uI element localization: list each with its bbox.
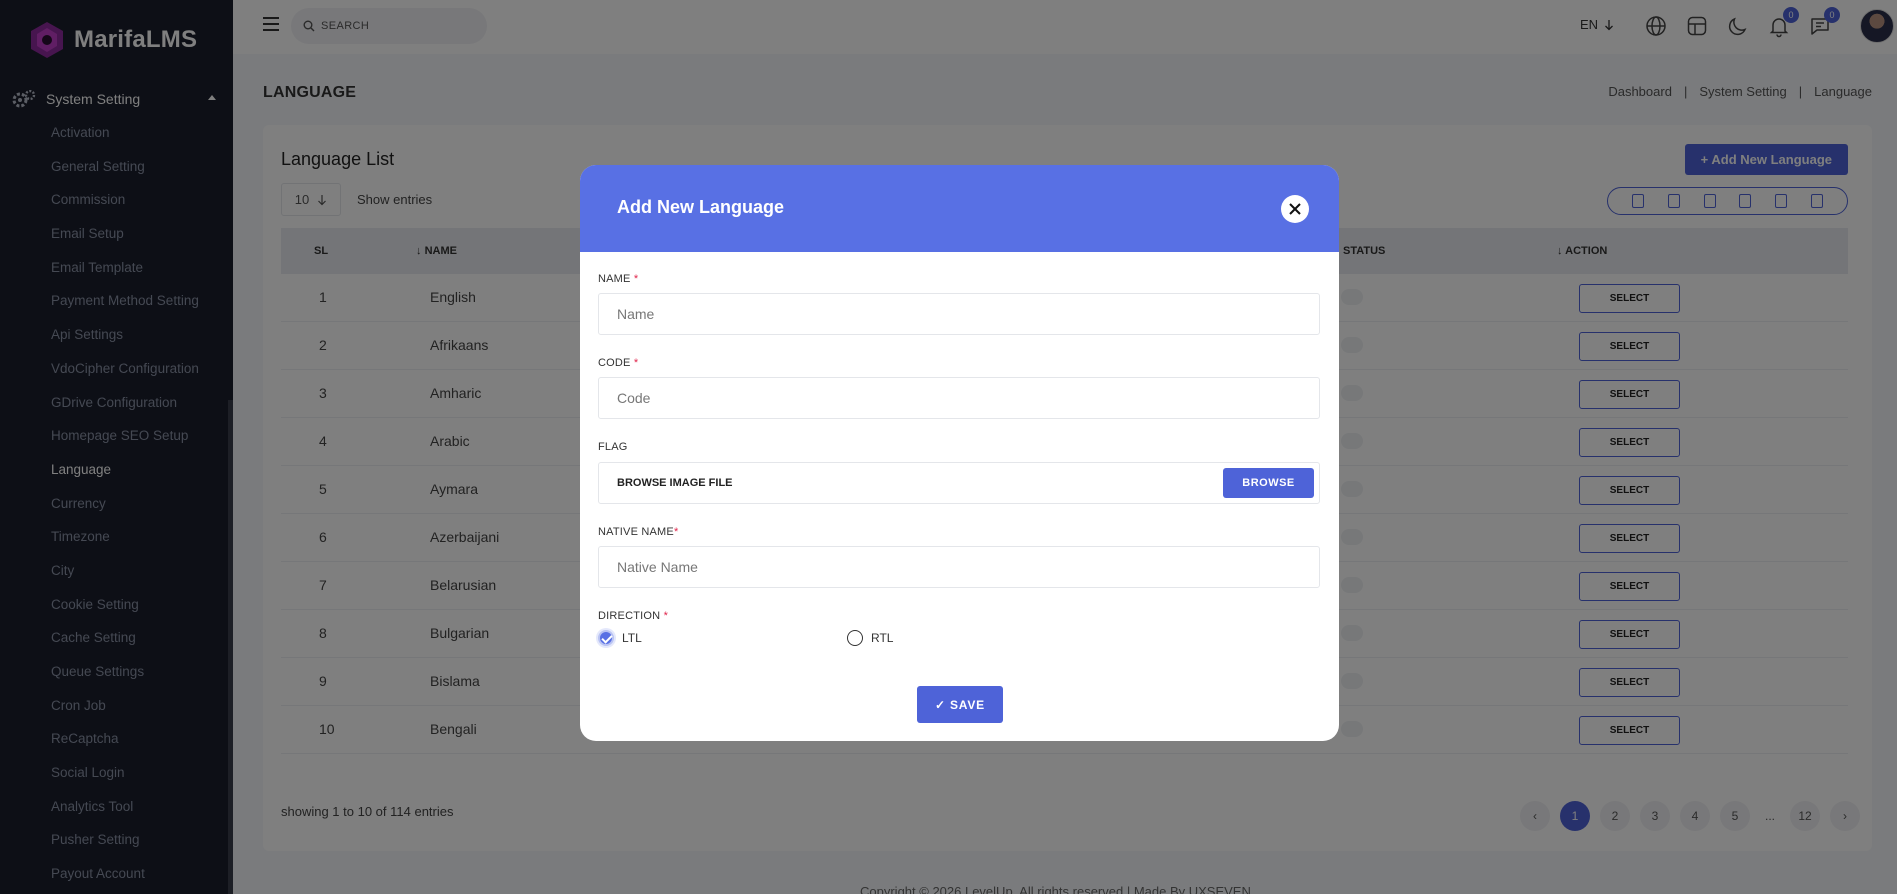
radio-empty-icon	[847, 630, 863, 646]
code-label: CODE *	[598, 357, 638, 369]
check-icon	[598, 630, 614, 646]
direction-ltl-label: LTL	[622, 631, 642, 645]
flag-file-field[interactable]: BROWSE IMAGE FILE BROWSE	[598, 462, 1320, 504]
name-input[interactable]	[598, 293, 1320, 335]
required-mark: *	[633, 357, 639, 369]
required-mark: *	[633, 273, 639, 285]
direction-rtl-label: RTL	[871, 631, 894, 645]
code-input[interactable]	[598, 377, 1320, 419]
direction-label: DIRECTION *	[598, 610, 668, 622]
native-name-label: NATIVE NAME*	[598, 526, 678, 538]
add-language-modal: Add New Language NAME * CODE * FLAG BROW…	[580, 165, 1339, 741]
flag-file-placeholder: BROWSE IMAGE FILE	[617, 477, 733, 489]
name-label: NAME *	[598, 273, 638, 285]
native-name-input[interactable]	[598, 546, 1320, 588]
required-mark: *	[673, 526, 679, 538]
close-icon	[1289, 203, 1301, 215]
required-mark: *	[663, 610, 669, 622]
code-label-text: CODE	[598, 357, 631, 369]
browse-button[interactable]: BROWSE	[1223, 468, 1314, 498]
modal-header: Add New Language	[580, 165, 1339, 252]
direction-ltl-radio[interactable]: LTL	[598, 630, 642, 646]
name-label-text: NAME	[598, 273, 631, 285]
direction-label-text: DIRECTION	[598, 610, 661, 622]
modal-title: Add New Language	[617, 197, 785, 217]
save-button[interactable]: ✓ SAVE	[917, 686, 1003, 723]
close-button[interactable]	[1281, 195, 1309, 223]
direction-rtl-radio[interactable]: RTL	[847, 630, 893, 646]
native-name-label-text: NATIVE NAME	[598, 526, 674, 538]
flag-label: FLAG	[598, 441, 628, 453]
save-label: SAVE	[950, 697, 985, 712]
